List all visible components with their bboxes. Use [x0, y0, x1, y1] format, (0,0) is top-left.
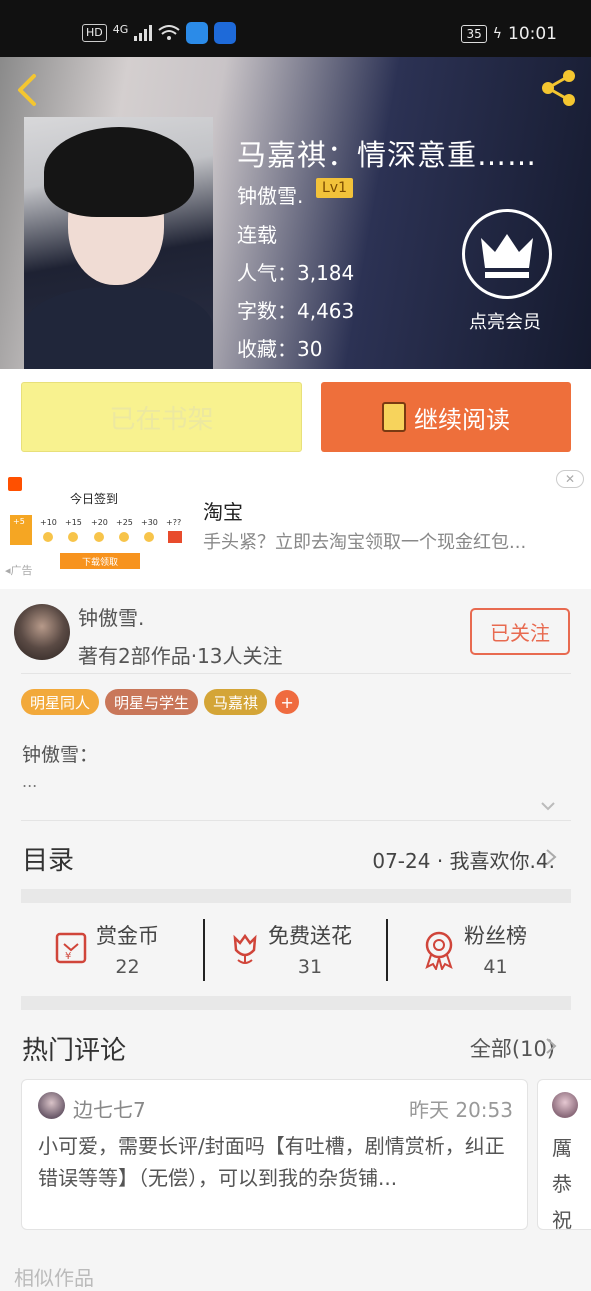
ad-reward-3: +20 — [91, 518, 108, 527]
book-author[interactable]: 钟傲雪. — [237, 180, 303, 209]
stat-divider — [386, 919, 388, 981]
chevron-right-icon[interactable] — [545, 848, 557, 866]
commenter-avatar[interactable] — [38, 1092, 65, 1119]
hotspot-icon — [214, 22, 237, 44]
ad-reward-2: +15 — [65, 518, 82, 527]
chevron-right-icon[interactable] — [545, 1037, 557, 1055]
battery-icon: 35 — [461, 25, 487, 43]
intro-ellipsis: ... — [22, 772, 38, 791]
book-icon — [382, 402, 406, 432]
back-icon[interactable] — [14, 72, 40, 108]
ad-brand[interactable]: 淘宝 — [203, 496, 243, 525]
author-name[interactable]: 钟傲雪. — [78, 602, 144, 631]
level-badge: Lv1 — [316, 178, 353, 198]
tag-item[interactable]: 马嘉祺 — [204, 689, 268, 715]
divider — [21, 820, 571, 821]
book-status: 连载 — [237, 223, 277, 247]
tag-list: 明星同人 明星与学生 马嘉祺 + — [21, 689, 300, 715]
signal-icon — [134, 25, 153, 41]
ad-tag: ◂广告 — [5, 564, 33, 577]
divider — [21, 673, 571, 674]
commenter-name[interactable]: 边七七7 — [73, 1094, 146, 1123]
ad-reward-6: +?? — [166, 518, 181, 527]
ad-image: 今日签到 +5 +10 +15 +20 +25 +30 +?? 下载领取 — [6, 471, 192, 579]
comment-text: 小可爱，需要长评/封面吗【有吐槽，剧情赏析，纠正错误等等】（无偿），可以到我的杂… — [38, 1134, 505, 1190]
ad-banner[interactable]: 今日签到 +5 +10 +15 +20 +25 +30 +?? 下载领取 ◂广告 — [0, 463, 591, 589]
author-info: 著有2部作品·13人关注 — [78, 644, 283, 668]
comment-card[interactable]: 厲恭祝 — [537, 1079, 591, 1232]
toc-latest-chapter[interactable]: 07-24 · 我喜欢你.4. — [372, 845, 555, 874]
vip-button[interactable] — [462, 209, 552, 299]
ad-close-button[interactable]: ✕ — [556, 470, 584, 488]
ad-description[interactable]: 手头紧？立即去淘宝领取一个现金红包... — [203, 528, 526, 554]
continue-reading-button[interactable]: 继续阅读 — [321, 382, 571, 452]
fans-ranking[interactable]: 粉丝榜 41 — [422, 920, 527, 982]
ad-image-button: 下载领取 — [82, 556, 118, 568]
all-comments-link[interactable]: 全部(10) — [470, 1033, 555, 1063]
section-band — [21, 889, 571, 903]
status-icons-left: HD 4G — [82, 22, 237, 44]
action-bar: 已在书架 继续阅读 — [0, 369, 591, 463]
fans-count: 41 — [483, 956, 508, 978]
vip-label[interactable]: 点亮会员 — [469, 308, 541, 334]
ad-image-title: 今日签到 — [70, 491, 118, 506]
author-avatar[interactable] — [14, 604, 70, 660]
status-icons-right: 35 ϟ 10:01 — [461, 24, 557, 44]
commenter-avatar[interactable] — [552, 1092, 578, 1118]
hot-comments-title: 热门评论 — [22, 1036, 127, 1066]
comment-time: 昨天 20:53 — [409, 1098, 513, 1122]
book-title: 马嘉祺：情深意重…… — [237, 138, 538, 172]
follow-button[interactable]: 已关注 — [470, 608, 570, 655]
ad-reward-4: +25 — [116, 518, 133, 527]
share-icon[interactable] — [539, 68, 579, 108]
clock: 10:01 — [508, 24, 557, 44]
book-cover[interactable] — [24, 117, 213, 369]
flower-icon — [233, 933, 257, 964]
svg-text:¥: ¥ — [65, 951, 71, 962]
crown-icon — [481, 234, 533, 278]
signal-label: 4G — [112, 22, 129, 36]
book-favorites: 收藏：30 — [237, 337, 323, 361]
wifi-icon — [158, 25, 180, 40]
stat-divider — [203, 919, 205, 981]
flowers-count: 31 — [297, 956, 323, 978]
ad-reward-0: +5 — [13, 517, 25, 526]
red-envelope-icon: ¥ — [55, 932, 87, 964]
chevron-down-icon[interactable] — [540, 798, 556, 814]
book-popularity: 人气：3,184 — [237, 261, 355, 285]
ad-reward-1: +10 — [40, 518, 57, 527]
comment-card[interactable]: 边七七7 昨天 20:53 小可爱，需要长评/封面吗【有吐槽，剧情赏析，纠正错误… — [21, 1079, 528, 1230]
medal-icon — [425, 931, 453, 970]
on-shelf-button[interactable]: 已在书架 — [21, 382, 302, 452]
hd-indicator: HD — [82, 24, 107, 42]
reward-coins[interactable]: ¥ 赏金币 22 — [54, 920, 159, 982]
coins-count: 22 — [115, 956, 140, 978]
status-bar: HD 4G 35 ϟ 10:01 — [0, 0, 591, 57]
section-band — [21, 996, 571, 1010]
app-notification-icon — [186, 22, 209, 44]
send-flowers[interactable]: 免费送花 31 — [228, 920, 352, 982]
ad-reward-5: +30 — [141, 518, 158, 527]
intro-text: 钟傲雪： — [22, 744, 99, 766]
add-tag-icon[interactable]: + — [275, 690, 300, 714]
book-word-count: 字数：4,463 — [237, 299, 355, 323]
tag-item[interactable]: 明星与学生 — [105, 689, 199, 715]
similar-works-title: 相似作品 — [14, 1266, 94, 1290]
toc-label[interactable]: 目录 — [22, 840, 74, 877]
comment-text: 厲恭祝 — [552, 1136, 572, 1232]
charging-icon: ϟ — [492, 26, 502, 42]
tag-item[interactable]: 明星同人 — [21, 689, 100, 715]
